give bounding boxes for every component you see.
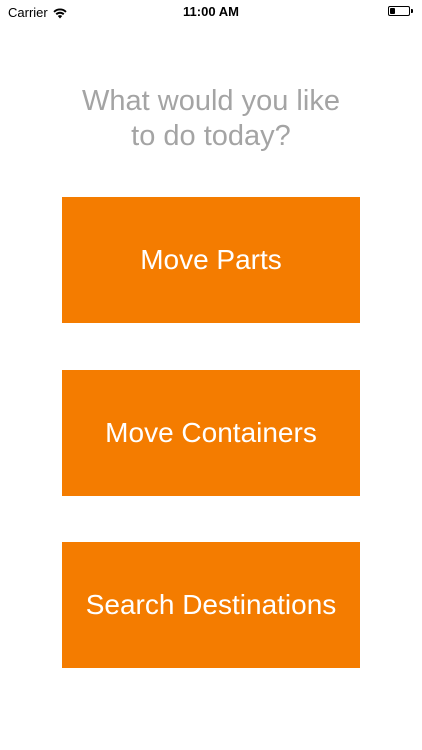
prompt-heading: What would you like to do today? [82, 85, 340, 152]
battery-tip [411, 9, 413, 13]
move-parts-button[interactable]: Move Parts [62, 197, 360, 323]
status-time: 11:00 AM [183, 4, 239, 19]
battery-icon [388, 6, 413, 16]
move-containers-button[interactable]: Move Containers [62, 370, 360, 496]
search-destinations-button[interactable]: Search Destinations [62, 542, 360, 668]
battery-fill [390, 8, 395, 14]
status-bar: Carrier 11:00 AM [0, 0, 422, 24]
